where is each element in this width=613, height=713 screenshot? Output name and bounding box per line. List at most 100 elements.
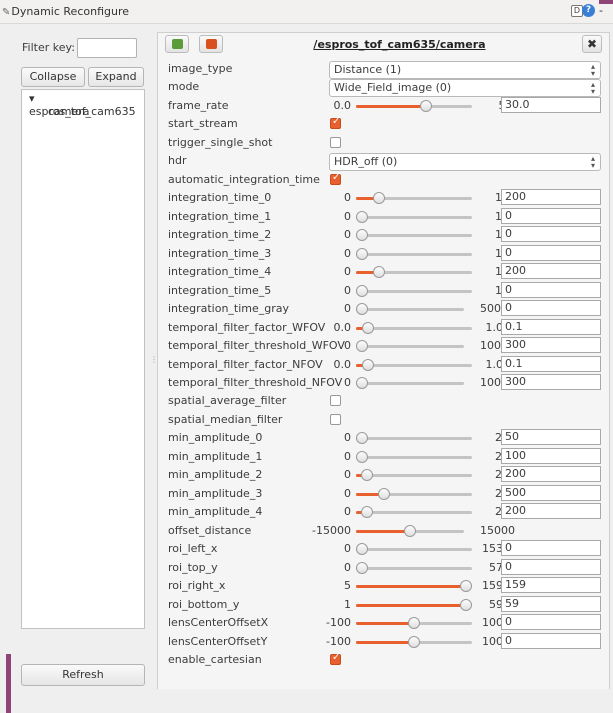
slider-min-value: 0 — [344, 191, 351, 205]
param-row-temporal_filter_threshold_WFOV: temporal_filter_threshold_WFOV 0 10000 300 — [158, 337, 611, 355]
param-checkbox[interactable] — [330, 136, 341, 148]
param-combo[interactable]: HDR_off (0) ▴ ▾ — [329, 153, 601, 172]
slider-handle[interactable] — [356, 376, 368, 389]
slider-min-value: 0 — [344, 302, 351, 316]
slider-handle[interactable] — [408, 635, 420, 648]
param-value-input[interactable]: 59 — [501, 595, 601, 612]
param-slider[interactable] — [356, 506, 472, 519]
param-value-input[interactable]: 200 — [501, 263, 601, 280]
param-checkbox[interactable] — [330, 395, 341, 407]
param-row-integration_time_0: integration_time_001000200 — [158, 189, 611, 207]
slider-handle[interactable] — [361, 506, 374, 519]
param-value-input[interactable]: 159 — [501, 577, 601, 594]
param-combo[interactable]: Wide_Field_image (0) ▴ ▾ — [329, 79, 601, 98]
slider-handle[interactable] — [356, 210, 368, 223]
param-value-input[interactable]: 0 — [501, 226, 601, 243]
param-value-input[interactable]: 0 — [501, 540, 601, 557]
slider-handle[interactable] — [378, 487, 391, 500]
param-slider[interactable] — [356, 266, 472, 279]
param-slider[interactable] — [356, 284, 472, 297]
param-value-input[interactable]: 300 — [501, 373, 601, 390]
param-value-input[interactable]: 0 — [501, 281, 601, 298]
slider-max-value: 100 — [482, 616, 503, 630]
param-value-input[interactable]: 0 — [501, 300, 601, 317]
collapse-all-button[interactable]: Collapse all — [21, 67, 85, 101]
slider-handle[interactable] — [356, 432, 368, 445]
param-checkbox[interactable] — [330, 413, 341, 425]
slider-handle[interactable] — [356, 247, 368, 260]
slider-min-value: 0.0 — [333, 357, 352, 371]
param-slider[interactable] — [356, 469, 472, 482]
param-value-input[interactable]: 50 — [501, 429, 601, 446]
param-slider[interactable] — [356, 450, 472, 463]
param-value-input[interactable]: 0 — [501, 207, 601, 224]
param-slider[interactable] — [356, 229, 472, 242]
param-row-hdr: hdr HDR_off (0) ▴ ▾ — [158, 152, 611, 172]
slider-handle[interactable] — [361, 321, 374, 334]
param-slider[interactable] — [356, 247, 472, 260]
slider-handle[interactable] — [356, 303, 368, 316]
param-label: min_amplitude_2 — [168, 468, 263, 482]
slider-handle[interactable] — [356, 450, 368, 463]
param-checkbox[interactable] — [330, 172, 341, 185]
close-panel-button[interactable]: ✖ — [582, 35, 602, 53]
slider-handle[interactable] — [356, 561, 368, 574]
slider-handle[interactable] — [356, 229, 368, 242]
param-row-spatial_average_filter: spatial_average_filter — [158, 392, 611, 410]
slider-handle[interactable] — [361, 358, 374, 371]
minimize-button[interactable]: - — [599, 4, 603, 17]
slider-handle[interactable] — [361, 469, 374, 482]
param-slider[interactable] — [356, 303, 464, 316]
param-value-input[interactable]: 200 — [501, 466, 601, 483]
param-label: hdr — [168, 154, 187, 168]
param-value-input[interactable]: 0 — [501, 244, 601, 261]
slider-handle[interactable] — [373, 192, 386, 205]
param-row-min_amplitude_0: min_amplitude_00204750 — [158, 429, 611, 447]
help-icon[interactable]: ? — [582, 4, 595, 17]
param-value-input[interactable]: 200 — [501, 503, 601, 520]
param-label: roi_left_x — [168, 542, 218, 556]
tree-node-camera[interactable]: camera — [48, 105, 90, 118]
param-combo[interactable]: Distance (1) ▴ ▾ — [329, 61, 601, 79]
slider-handle[interactable] — [373, 266, 386, 279]
expand-all-button[interactable]: Expand all — [88, 67, 144, 101]
param-value-input[interactable]: 0 — [501, 558, 601, 575]
node-tree[interactable]: ▾ espros_tof_cam635 camera — [21, 89, 145, 629]
param-value-input[interactable]: 30.0 — [501, 96, 601, 113]
param-checkbox[interactable] — [330, 652, 341, 666]
slider-handle[interactable] — [419, 99, 432, 112]
param-value-input[interactable]: 500 — [501, 484, 601, 501]
param-slider[interactable] — [356, 487, 472, 500]
param-row-roi_bottom_y: roi_bottom_y 1 59 59 — [158, 595, 611, 614]
param-slider[interactable] — [356, 192, 472, 205]
param-value-input[interactable]: 300 — [501, 337, 601, 354]
reconfigure-panel: /espros_tof_cam635/camera ✖ image_type Di… — [157, 32, 610, 689]
param-slider[interactable] — [356, 210, 472, 223]
combo-value: HDR_off (0) — [334, 155, 398, 169]
param-slider[interactable] — [356, 340, 464, 353]
slider-handle[interactable] — [404, 524, 416, 537]
slider-handle[interactable] — [356, 284, 368, 297]
param-label: temporal_filter_factor_NFOV — [168, 357, 323, 371]
param-value-input[interactable]: 200 — [501, 189, 601, 206]
param-value-input[interactable]: 100 — [501, 447, 601, 464]
slider-fill — [356, 603, 466, 607]
refresh-button[interactable]: Refresh — [21, 664, 145, 686]
param-slider[interactable] — [356, 376, 464, 389]
slider-fill — [356, 104, 426, 108]
filter-key-input[interactable] — [77, 38, 137, 58]
slider-handle[interactable] — [356, 543, 368, 556]
param-value-input[interactable]: 0.1 — [501, 355, 601, 372]
slider-max-value: 15000 — [480, 523, 515, 537]
param-slider[interactable] — [356, 432, 472, 445]
param-value-input[interactable]: 0.1 — [501, 318, 601, 335]
param-slider[interactable] — [356, 99, 472, 112]
param-slider[interactable] — [356, 524, 464, 537]
param-value-input[interactable]: 0 — [501, 614, 601, 631]
param-row-min_amplitude_2: min_amplitude_202047200 — [158, 466, 611, 484]
param-value-input[interactable]: 0 — [501, 632, 601, 649]
slider-handle[interactable] — [356, 340, 368, 353]
slider-min-value: 0.0 — [333, 98, 352, 112]
param-checkbox[interactable] — [330, 116, 341, 130]
slider-handle[interactable] — [408, 617, 420, 630]
